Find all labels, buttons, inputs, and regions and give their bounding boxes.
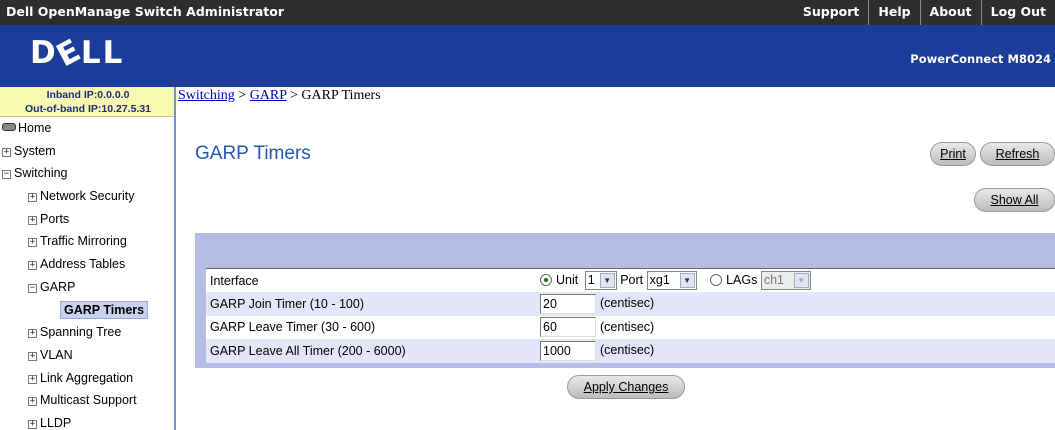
- leave-timer-unit: (centisec): [600, 319, 655, 334]
- page-title: GARP Timers: [195, 143, 311, 164]
- tree-item-label: Traffic Mirroring: [40, 234, 127, 249]
- expand-icon[interactable]: +: [28, 215, 37, 225]
- leave-timer-label: GARP Leave Timer (30 - 600): [206, 315, 536, 339]
- expand-icon[interactable]: +: [28, 351, 37, 361]
- tree-item-ports[interactable]: + Ports: [0, 208, 174, 231]
- leave-timer-input[interactable]: 60: [540, 317, 596, 338]
- expand-icon[interactable]: +: [2, 147, 11, 157]
- expand-icon[interactable]: +: [28, 419, 37, 429]
- refresh-button[interactable]: Refresh: [980, 142, 1055, 166]
- top-bar: Dell OpenManage Switch Administrator Sup…: [0, 0, 1055, 25]
- support-link[interactable]: Support: [794, 0, 869, 25]
- tree-item-label: LLDP: [40, 415, 72, 430]
- garp-timers-form: Interface Unit 1 ▼ Port xg1 ▼ LAGs ch1 ▼ GA…: [206, 268, 1055, 363]
- tree-item-label: Spanning Tree: [40, 325, 122, 340]
- join-timer-unit: (centisec): [600, 296, 655, 311]
- port-select[interactable]: xg1 ▼: [646, 271, 697, 290]
- join-timer-label: GARP Join Timer (10 - 100): [206, 292, 536, 316]
- breadcrumb-separator: >: [286, 88, 302, 103]
- expand-icon[interactable]: +: [28, 397, 37, 407]
- tree-item-garp[interactable]: − GARP: [0, 276, 174, 299]
- tree-item-label: System: [14, 143, 56, 158]
- tree-item-switching[interactable]: − Switching: [0, 162, 174, 185]
- unit-label: Unit: [556, 272, 579, 287]
- breadcrumb-current: GARP Timers: [301, 88, 381, 103]
- tree-item-label: Ports: [40, 211, 70, 226]
- tree-item-label: Home: [18, 121, 52, 135]
- expand-icon[interactable]: +: [28, 329, 37, 339]
- tree-item-network-security[interactable]: + Network Security: [0, 185, 174, 208]
- join-timer-input[interactable]: 20: [540, 293, 596, 314]
- tree-item-home[interactable]: Home: [0, 117, 174, 140]
- port-select-value: xg1: [649, 273, 670, 287]
- inband-ip: Inband IP:0.0.0.0: [46, 89, 130, 101]
- tree-item-lldp[interactable]: + LLDP: [0, 412, 174, 430]
- dell-logo: DELL: [30, 31, 125, 75]
- tree-item-label: Network Security: [40, 189, 135, 204]
- apply-changes-button[interactable]: Apply Changes: [567, 375, 685, 399]
- unit-radio[interactable]: [540, 273, 552, 286]
- tree-item-label: Address Tables: [40, 257, 126, 272]
- lags-select[interactable]: ch1 ▼: [760, 271, 811, 290]
- print-button[interactable]: Print: [930, 142, 976, 166]
- logout-link[interactable]: Log Out: [980, 0, 1055, 25]
- unit-select-value: 1: [587, 273, 595, 287]
- breadcrumb-switching[interactable]: Switching: [178, 88, 235, 103]
- about-link[interactable]: About: [919, 0, 981, 25]
- chevron-down-icon: ▼: [679, 273, 695, 288]
- collapse-icon[interactable]: −: [2, 170, 11, 180]
- sidebar: Inband IP:0.0.0.0 Out-of-band IP:10.27.5…: [0, 87, 176, 430]
- expand-icon[interactable]: +: [28, 238, 37, 248]
- app-title: Dell OpenManage Switch Administrator: [6, 4, 285, 19]
- lags-label: LAGs: [726, 272, 758, 287]
- breadcrumb-garp[interactable]: GARP: [250, 88, 287, 103]
- tree-item-traffic-mirroring[interactable]: + Traffic Mirroring: [0, 230, 174, 253]
- join-timer-row: GARP Join Timer (10 - 100) 20 (centisec): [206, 292, 1055, 316]
- tree-item-label: Multicast Support: [40, 393, 137, 408]
- tree-item-vlan[interactable]: + VLAN: [0, 344, 174, 367]
- tree-item-garp-timers[interactable]: GARP Timers: [0, 299, 174, 322]
- tree-item-system[interactable]: + System: [0, 140, 174, 163]
- interface-label: Interface: [206, 268, 536, 292]
- tree-item-label: GARP Timers: [60, 300, 149, 319]
- leave-all-timer-unit: (centisec): [600, 343, 655, 358]
- tree-item-label: Switching: [14, 166, 68, 181]
- expand-icon[interactable]: +: [28, 193, 37, 203]
- expand-icon[interactable]: +: [28, 261, 37, 271]
- product-name: PowerConnect M8024: [910, 52, 1051, 66]
- oob-ip: Out-of-band IP:10.27.5.31: [24, 103, 152, 115]
- tree-item-multicast-support[interactable]: + Multicast Support: [0, 389, 174, 412]
- chevron-down-icon: ▼: [599, 273, 615, 288]
- leave-timer-row: GARP Leave Timer (30 - 600) 60 (centisec): [206, 315, 1055, 339]
- tree-item-label: VLAN: [40, 347, 73, 362]
- show-all-button[interactable]: Show All: [974, 188, 1055, 212]
- tree-item-spanning-tree[interactable]: + Spanning Tree: [0, 321, 174, 344]
- tree-item-link-aggregation[interactable]: + Link Aggregation: [0, 367, 174, 390]
- tree-item-address-tables[interactable]: + Address Tables: [0, 253, 174, 276]
- tree-item-label: GARP: [40, 279, 76, 294]
- home-icon: [2, 123, 16, 131]
- top-links: Support Help About Log Out: [794, 0, 1055, 25]
- lags-radio[interactable]: [710, 273, 723, 286]
- breadcrumb-separator: >: [234, 88, 250, 103]
- ip-info: Inband IP:0.0.0.0 Out-of-band IP:10.27.5…: [0, 87, 174, 117]
- banner: DELL PowerConnect M8024: [0, 25, 1055, 87]
- interface-row: Interface Unit 1 ▼ Port xg1 ▼ LAGs ch1 ▼: [206, 268, 1055, 292]
- expand-icon[interactable]: +: [28, 374, 37, 384]
- port-label: Port: [620, 272, 644, 287]
- collapse-icon[interactable]: −: [28, 283, 37, 293]
- chevron-down-icon: ▼: [793, 273, 809, 288]
- help-link[interactable]: Help: [868, 0, 919, 25]
- tree-item-label: Link Aggregation: [40, 370, 134, 385]
- unit-select[interactable]: 1 ▼: [584, 271, 617, 290]
- leave-all-timer-label: GARP Leave All Timer (200 - 6000): [206, 339, 536, 363]
- breadcrumb: Switching > GARP > GARP Timers: [178, 88, 381, 104]
- lags-select-value: ch1: [763, 273, 785, 287]
- leave-all-timer-row: GARP Leave All Timer (200 - 6000) 1000 (c…: [206, 339, 1055, 363]
- nav-tree: Home + System − Switching + Network Securit…: [0, 117, 174, 430]
- leave-all-timer-input[interactable]: 1000: [540, 340, 596, 361]
